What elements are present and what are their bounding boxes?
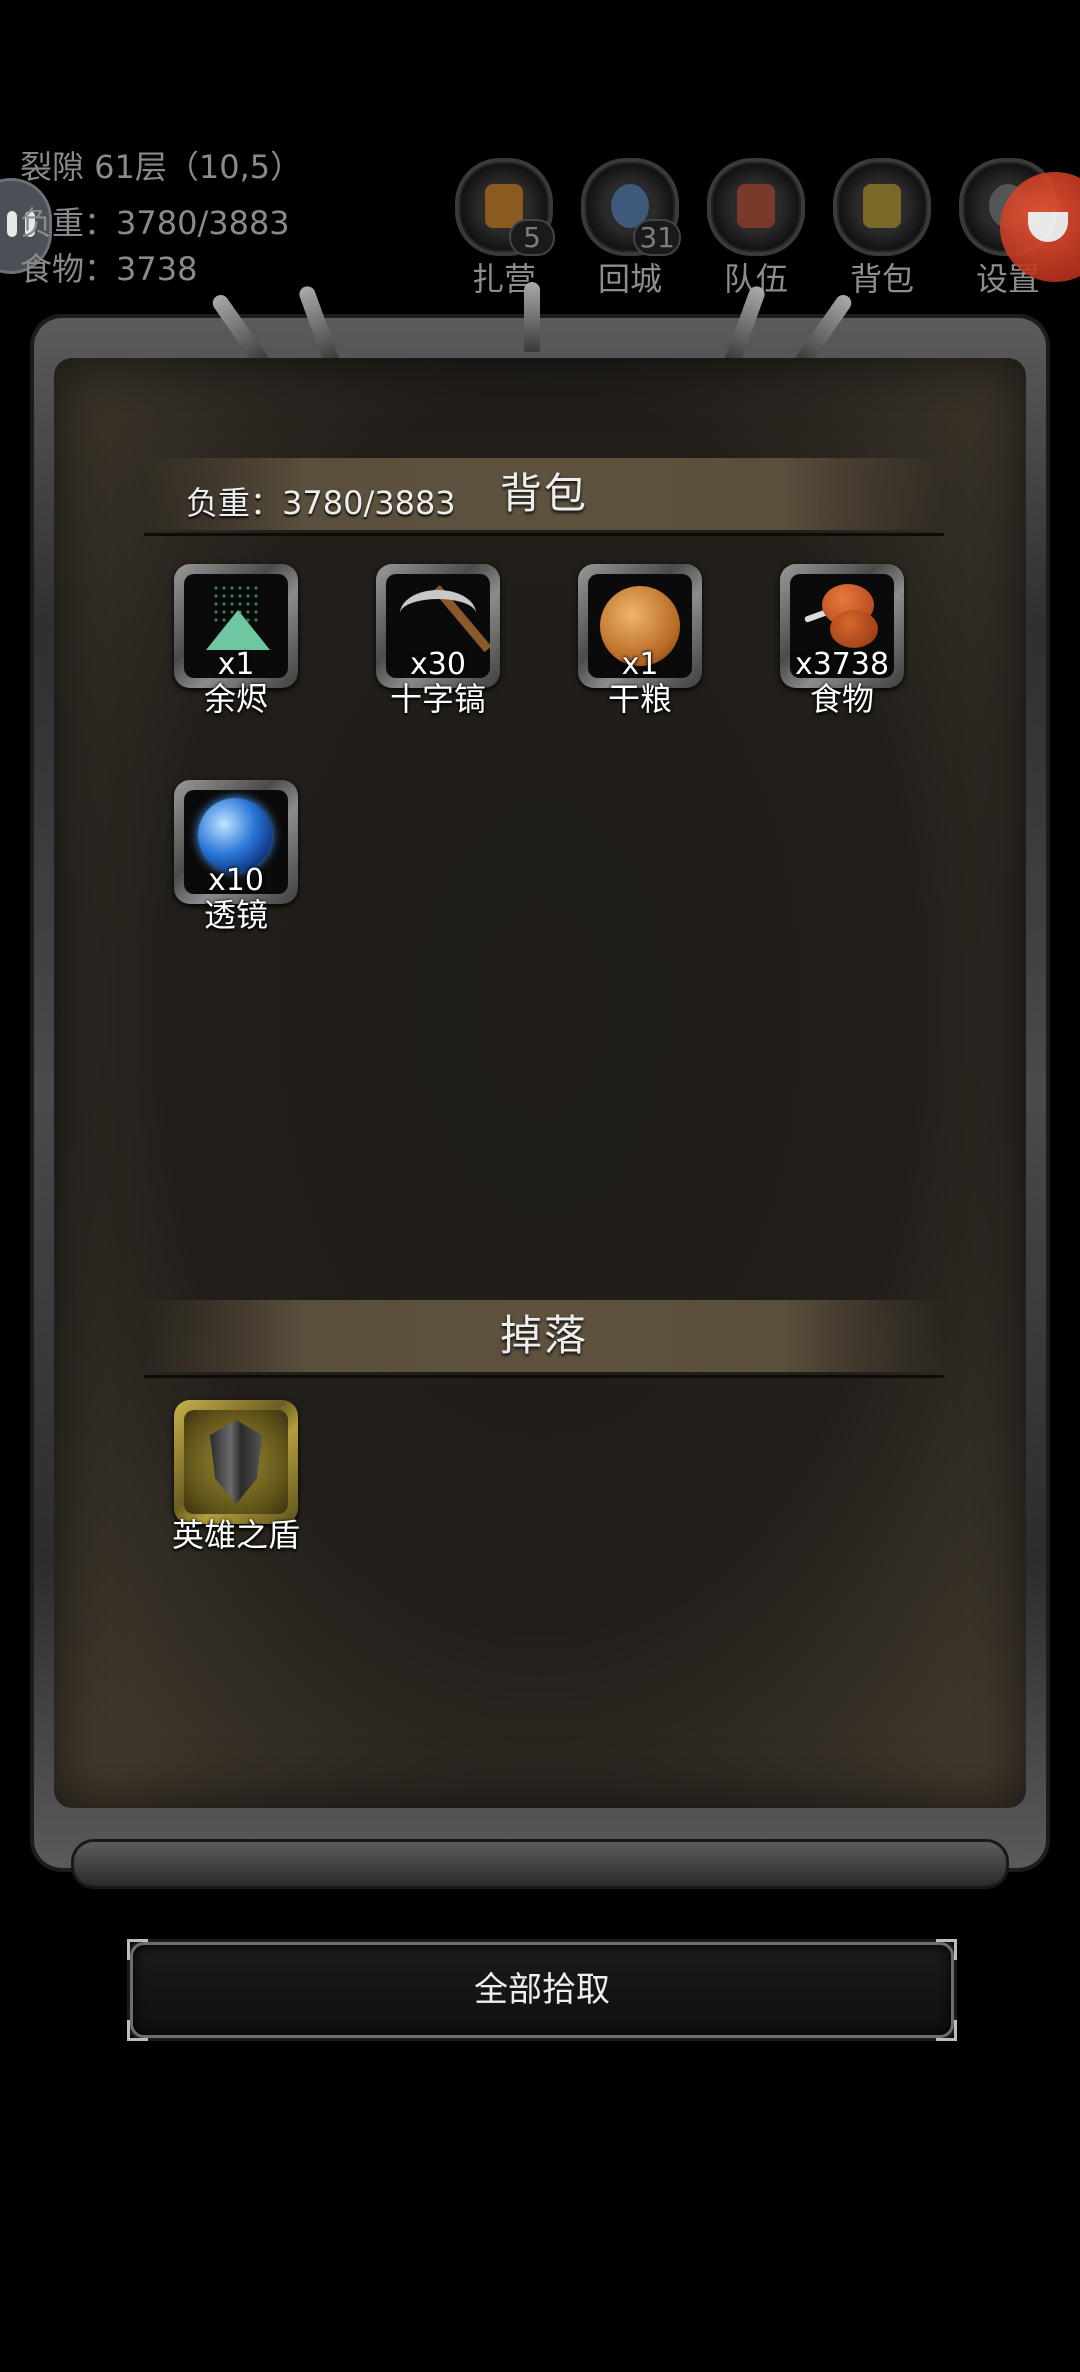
eye-icon bbox=[7, 211, 17, 237]
frame-base bbox=[74, 1842, 1006, 1886]
shield-icon bbox=[210, 1420, 262, 1504]
drop-item-name: 英雄之盾 bbox=[171, 1516, 300, 1554]
lens-icon bbox=[198, 798, 272, 872]
floor-location: 裂隙 61层（10,5） bbox=[20, 148, 303, 186]
menu-camp-button[interactable]: 5 扎营 bbox=[454, 158, 555, 298]
item-slot-pickaxe[interactable]: x30 bbox=[376, 564, 500, 688]
inventory-panel: 背包 负重：3780/3883 x1 余烬 x30 十字镐 x1 干粮 x373… bbox=[34, 282, 1046, 1886]
item-name: 余烬 bbox=[203, 680, 268, 718]
bag-weight: 负重：3780/3883 bbox=[186, 484, 456, 522]
item-slot-ration[interactable]: x1 bbox=[578, 564, 702, 688]
hud-weight: 负重：3780/3883 bbox=[20, 204, 290, 242]
menu-team-button[interactable]: 队伍 bbox=[706, 158, 806, 298]
camp-count-badge: 5 bbox=[509, 219, 555, 256]
menu-return-button[interactable]: 31 回城 bbox=[580, 158, 681, 298]
pick-all-label: 全部拾取 bbox=[474, 1970, 610, 2010]
smile-icon bbox=[1028, 212, 1068, 242]
team-icon bbox=[707, 158, 805, 256]
menu-backpack-button[interactable]: 背包 bbox=[832, 158, 932, 298]
drops-title: 掉落 bbox=[499, 1311, 588, 1360]
backpack-icon bbox=[833, 158, 931, 256]
pick-all-button[interactable]: 全部拾取 bbox=[127, 1939, 957, 2041]
item-slot-food[interactable]: x3738 bbox=[780, 564, 904, 688]
drops-section-header: 掉落 bbox=[144, 1300, 944, 1378]
item-name: 干粮 bbox=[607, 680, 672, 718]
drop-slot-hero-shield[interactable] bbox=[174, 1400, 298, 1524]
item-slot-lens[interactable]: x10 bbox=[174, 780, 298, 904]
bag-title: 背包 bbox=[499, 469, 588, 518]
item-name: 食物 bbox=[809, 680, 874, 718]
item-name: 十字镐 bbox=[389, 680, 486, 718]
return-count-badge: 31 bbox=[633, 219, 681, 256]
ember-icon bbox=[206, 610, 270, 650]
item-name: 透镜 bbox=[203, 896, 268, 934]
item-slot-ember[interactable]: x1 bbox=[174, 564, 298, 688]
portal-icon: 31 bbox=[581, 158, 681, 256]
campfire-icon: 5 bbox=[455, 158, 555, 256]
